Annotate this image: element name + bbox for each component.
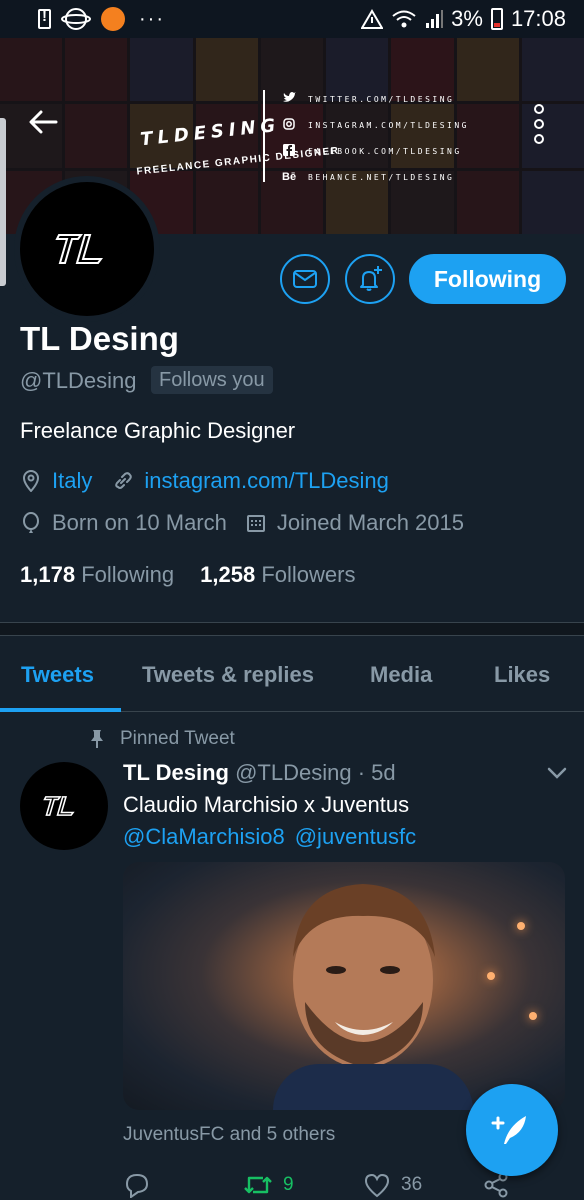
banner-social-text: BEHANCE.NET/TLDESING [308,172,455,182]
profile-birthday: Born on 10 March [52,510,227,535]
banner-social-list: TWITTER.COM/TLDESING INSTAGRAM.COM/TLDES… [282,92,469,184]
pin-icon [91,730,103,748]
bell-plus-icon [360,266,382,291]
follows-you-badge: Follows you [151,366,273,394]
profile-location[interactable]: Italy [52,468,92,494]
balloon-icon [20,512,42,534]
planet-icon [61,8,91,30]
banner-social-twitter: TWITTER.COM/TLDESING [282,92,469,106]
profile-joined: Joined March 2015 [276,510,464,535]
compose-tweet-button[interactable] [466,1084,558,1176]
more-options-icon[interactable] [534,104,544,144]
tweet-author-avatar[interactable] [20,762,108,850]
battery-icon [490,8,503,30]
heart-icon [364,1173,390,1198]
profile-handle: @TLDesing [20,368,137,393]
section-separator [0,622,584,636]
tweet-liked-by[interactable]: JuventusFC and 5 others [123,1124,335,1146]
profile-meta-location-row: Italy instagram.com/TLDesing [20,468,389,494]
signal-icon [426,10,444,28]
tl-logo [43,796,75,816]
profile-name: TL Desing [20,320,179,357]
alert-icon [38,8,51,29]
active-tab-indicator [0,708,121,712]
tab-tweets-replies[interactable]: Tweets & replies [142,662,314,688]
profile-tabs: Tweets Tweets & replies Media Likes [0,636,584,712]
feather-plus-icon [491,1116,526,1144]
tl-logo [55,234,103,264]
notifications-button[interactable] [345,254,395,304]
calendar-icon [245,512,267,534]
reply-icon [125,1173,149,1198]
share-icon [484,1172,508,1198]
banner-divider [263,90,265,182]
retweet-icon [244,1176,272,1194]
banner-social-text: TWITTER.COM/TLDESING [308,94,455,104]
following-count: 1,178 [20,562,76,587]
followers-label: Followers [261,562,356,587]
retweet-button[interactable]: 9 [243,1172,294,1198]
twitter-icon [282,92,296,106]
profile-stats: 1,178 Following 1,258 Followers [20,562,355,588]
profile-avatar[interactable] [14,176,160,322]
chevron-down-icon[interactable] [546,766,568,785]
tweet-header: TL Desing @TLDesing · 5d [123,760,396,786]
tab-likes[interactable]: Likes [494,662,550,688]
facebook-icon [282,143,296,159]
tweet-actions: 9 36 [123,1170,523,1200]
banner-social-instagram: INSTAGRAM.COM/TLDESING [282,117,469,133]
tweet-mentions: @ClaMarchisio8 @juventusfc [123,824,416,850]
behance-icon: Bē [282,171,297,183]
followers-count: 1,258 [200,562,256,587]
banner-social-behance: Bē BEHANCE.NET/TLDESING [282,170,469,184]
banner-social-text: INSTAGRAM.COM/TLDESING [308,120,469,130]
banner-social-facebook: FACEBOOK.COM/TLDESING [282,143,469,159]
tab-tweets[interactable]: Tweets [21,662,94,688]
followers-stat[interactable]: 1,258 Followers [200,562,355,588]
tab-media[interactable]: Media [370,662,432,688]
status-bar: ··· 3% 17:08 [0,0,584,38]
mention-link[interactable]: @ClaMarchisio8 [123,824,285,850]
tweet-author-name[interactable]: TL Desing [123,760,229,785]
alarm-warning-icon [361,9,384,29]
back-arrow-icon[interactable] [28,104,58,142]
profile-website-link[interactable]: instagram.com/TLDesing [144,468,389,494]
tweet-photo[interactable] [123,862,565,1110]
mention-link[interactable]: @juventusfc [295,824,416,850]
clock: 17:08 [510,6,566,31]
pinned-tweet-text: Pinned Tweet [120,728,235,749]
link-icon [112,470,134,492]
message-button[interactable] [280,254,330,304]
reply-button[interactable] [123,1172,151,1198]
tweet-author-handle: @TLDesing [235,760,352,785]
banner-social-text: FACEBOOK.COM/TLDESING [308,146,462,156]
profile-bio: Freelance Graphic Designer [20,418,296,443]
following-button[interactable]: Following [409,254,566,304]
tweet-timestamp: · 5d [357,760,396,785]
more-notifications-icon: ··· [139,7,165,30]
instagram-icon [282,117,296,133]
photo-jersey-collar [273,1064,473,1110]
location-pin-icon [20,470,42,492]
profile-meta-dates-row: Born on 10 March Joined March 2015 [20,510,464,536]
share-button[interactable] [483,1172,509,1198]
notification-dot-icon [101,7,125,31]
retweet-count: 9 [283,1174,294,1195]
pinned-tweet-label: Pinned Tweet [88,728,235,750]
like-count: 36 [401,1174,423,1195]
tweet-text: Claudio Marchisio x Juventus [123,792,410,817]
following-label: Following [81,562,175,587]
battery-percent: 3% [451,6,483,31]
following-stat[interactable]: 1,178 Following [20,562,174,588]
wifi-icon [392,10,416,28]
edge-panel-handle[interactable] [0,118,6,286]
envelope-icon [293,270,317,288]
like-button[interactable]: 36 [363,1172,422,1198]
